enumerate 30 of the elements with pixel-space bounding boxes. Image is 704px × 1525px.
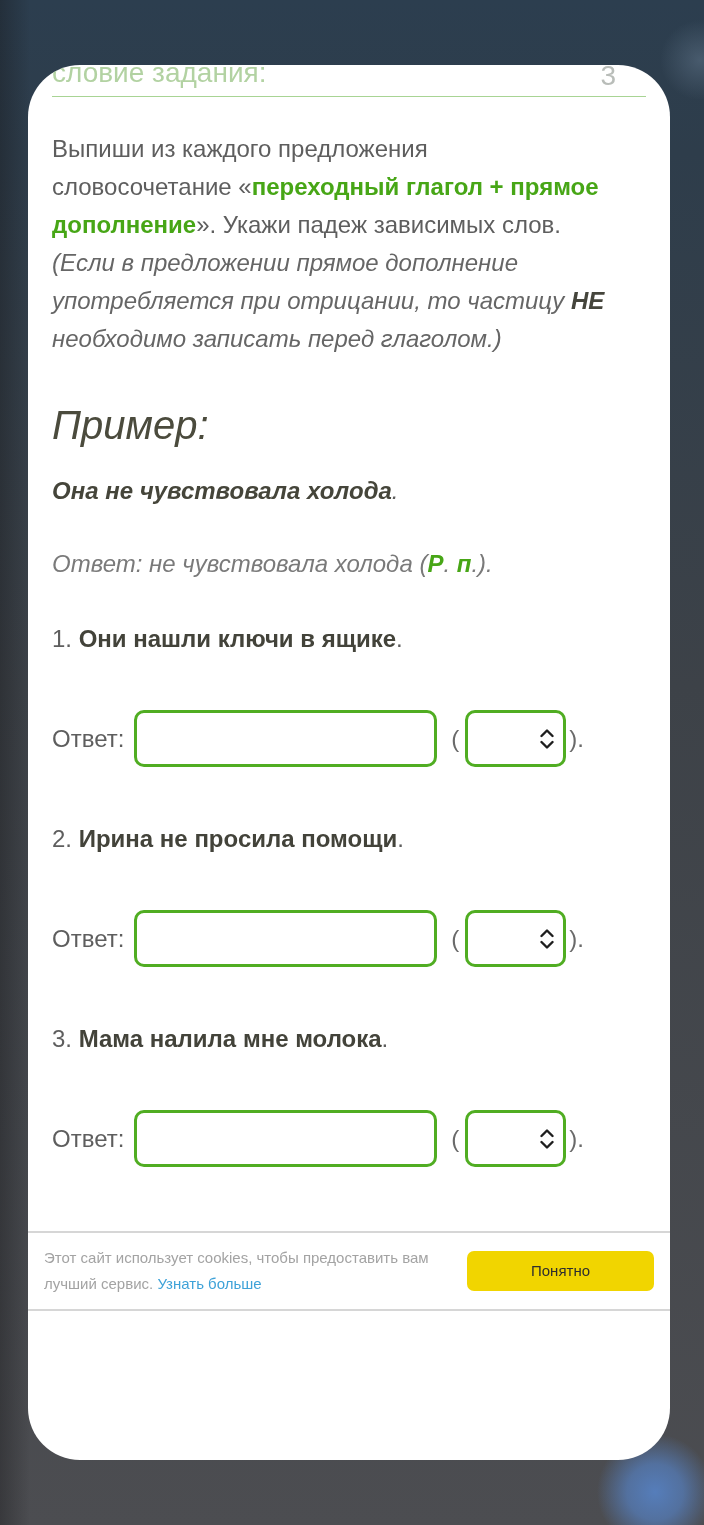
chevron-up-down-icon	[540, 1127, 555, 1150]
section-heading: словие задания:	[52, 65, 267, 90]
note-text: (Если в предложении прямое дополнение употребляется при отрицании, то частицу НЕ необходимо записать перед глаголом.)	[52, 248, 606, 354]
parenthesis-text: ).	[569, 723, 585, 754]
case-select[interactable]	[465, 910, 567, 967]
answer-input-field[interactable]	[134, 910, 438, 967]
answer-label: Ответ:	[52, 923, 125, 954]
answer-label: Ответ:	[52, 1123, 125, 1154]
chevron-up-down-icon	[540, 727, 555, 750]
cookie-notice-text: Этот сайт использует cookies, чтобы предоставить вам лучший сервис. Узнать больше	[44, 1248, 430, 1294]
parenthesis-text: (	[451, 723, 460, 754]
task-sentence: 1. Они нашли ключи в ящике.	[52, 624, 404, 654]
answer-input-field[interactable]	[134, 710, 438, 767]
task-sentence: 3. Мама налила мне молока.	[52, 1024, 390, 1054]
parenthesis-text: (	[451, 1123, 460, 1154]
case-select[interactable]	[465, 1110, 567, 1167]
case-select[interactable]	[465, 710, 567, 767]
answer-input-field[interactable]	[134, 1110, 438, 1167]
parenthesis-text: (	[451, 923, 460, 954]
parenthesis-text: ).	[569, 1123, 585, 1154]
parenthesis-text: ).	[569, 923, 585, 954]
instruction-text: Выпиши из каждого предложения словосочетание «переходный глагол + прямое дополнение». Укажи падеж зависимых слов.	[52, 134, 600, 240]
answer-label: Ответ:	[52, 723, 125, 754]
chevron-up-down-icon	[540, 927, 555, 950]
example-sentence: Она не чувствовала холода.	[52, 476, 400, 506]
accept-button[interactable]: Понятно	[467, 1251, 654, 1291]
example-heading: Пример:	[52, 402, 210, 449]
example-answer: Ответ: не чувствовала холода (Р. п.).	[52, 549, 494, 579]
points-label: 3	[600, 65, 616, 89]
task-sentence: 2. Ирина не просила помощи.	[52, 824, 405, 854]
